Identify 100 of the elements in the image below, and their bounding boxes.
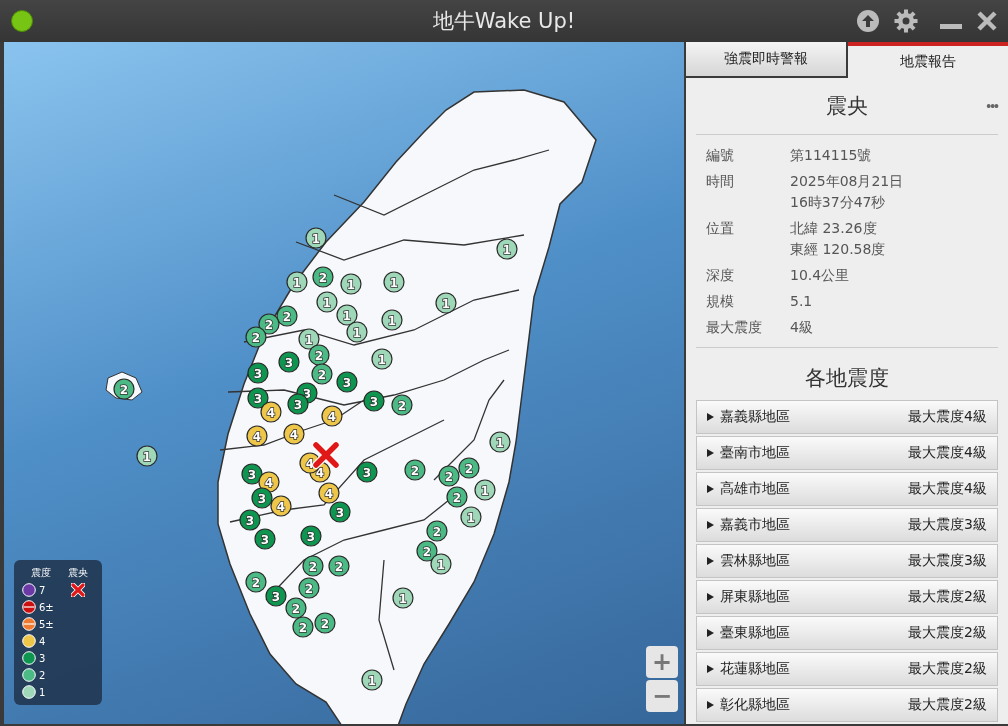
max-intensity: 最大震度2級 [908, 696, 987, 714]
intensity-marker[interactable]: 3 [278, 351, 300, 373]
close-icon[interactable] [976, 10, 998, 32]
intensity-marker[interactable]: 2 [426, 520, 448, 542]
intensity-marker[interactable]: 2 [328, 555, 350, 577]
section-title: 震央 [826, 93, 868, 120]
field-label: 編號 [706, 147, 735, 165]
intensity-marker[interactable]: 1 [381, 309, 403, 331]
intensity-marker[interactable]: 1 [286, 271, 308, 293]
intensity-marker[interactable]: 4 [321, 405, 343, 427]
region-row[interactable]: 高雄市地區 最大震度4級 [696, 472, 998, 506]
epicenter-cross-icon [312, 441, 340, 469]
intensity-marker[interactable]: 1 [383, 271, 405, 293]
legend-label: 1 [39, 686, 46, 698]
region-name: 嘉義縣地區 [720, 408, 790, 426]
more-button[interactable]: ••• [986, 98, 998, 114]
max-intensity: 最大震度2級 [908, 660, 987, 678]
expand-triangle-icon [707, 701, 714, 709]
intensity-marker[interactable]: 1 [305, 227, 327, 249]
region-name: 彰化縣地區 [720, 696, 790, 714]
intensity-marker[interactable]: 3 [247, 362, 269, 384]
window-title: 地牛Wake Up! [432, 8, 576, 35]
zoom-out-button[interactable]: − [646, 680, 678, 712]
region-row[interactable]: 臺東縣地區 最大震度2級 [696, 616, 998, 650]
region-row[interactable]: 屏東縣地區 最大震度2級 [696, 580, 998, 614]
intensity-marker[interactable]: 2 [446, 486, 468, 508]
legend-heading: 震度 [31, 566, 51, 580]
region-name: 臺南市地區 [720, 444, 790, 462]
max-intensity: 最大震度3級 [908, 516, 987, 534]
max-intensity: 最大震度4級 [908, 480, 987, 498]
intensity-marker[interactable]: 2 [113, 378, 135, 400]
expand-triangle-icon [707, 521, 714, 529]
intensity-marker[interactable]: 3 [363, 390, 385, 412]
legend-heading: 震央 [68, 566, 88, 580]
region-row[interactable]: 嘉義市地區 最大震度3級 [696, 508, 998, 542]
expand-triangle-icon [707, 593, 714, 601]
expand-triangle-icon [707, 413, 714, 421]
intensity-marker[interactable]: 2 [285, 597, 307, 619]
field-value: 2025年08月21日 [790, 173, 905, 191]
intensity-marker[interactable]: 1 [316, 291, 338, 313]
intensity-marker[interactable]: 4 [246, 425, 268, 447]
intensity-marker[interactable]: 1 [435, 292, 457, 314]
intensity-marker[interactable]: 3 [239, 509, 261, 531]
intensity-marker[interactable]: 1 [474, 479, 496, 501]
intensity-marker[interactable]: 3 [254, 528, 276, 550]
intensity-marker[interactable]: 2 [302, 555, 324, 577]
field-value: 10.4公里 [790, 267, 851, 285]
intensity-marker[interactable]: 2 [314, 612, 336, 634]
intensity-marker[interactable]: 3 [300, 525, 322, 547]
tab[interactable]: 強震即時警報 [686, 42, 848, 78]
max-intensity: 最大震度2級 [908, 588, 987, 606]
intensity-marker[interactable]: 4 [260, 401, 282, 423]
intensity-marker[interactable]: 2 [404, 459, 426, 481]
legend-label: 6± [39, 601, 54, 613]
intensity-marker[interactable]: 2 [438, 465, 460, 487]
intensity-marker[interactable]: 2 [245, 571, 267, 593]
settings-icon[interactable] [894, 9, 918, 33]
expand-triangle-icon [707, 485, 714, 493]
region-name: 臺東縣地區 [720, 624, 790, 642]
intensity-marker[interactable]: 1 [496, 238, 518, 260]
region-row[interactable]: 雲林縣地區 最大震度3級 [696, 544, 998, 578]
intensity-marker[interactable]: 1 [430, 553, 452, 575]
intensity-marker[interactable]: 4 [283, 423, 305, 445]
field-value: 5.1 [790, 293, 814, 309]
intensity-marker[interactable]: 2 [458, 457, 480, 479]
intensity-marker[interactable]: 2 [391, 394, 413, 416]
max-intensity: 最大震度4級 [908, 408, 987, 426]
intensity-marker[interactable]: 1 [392, 587, 414, 609]
intensity-marker[interactable]: 1 [371, 348, 393, 370]
minimize-icon[interactable] [940, 24, 962, 30]
intensity-marker[interactable]: 3 [336, 371, 358, 393]
field-value: 16時37分47秒 [790, 194, 887, 212]
intensity-marker[interactable]: 2 [308, 344, 330, 366]
field-label: 深度 [706, 267, 735, 285]
region-row[interactable]: 嘉義縣地區 最大震度4級 [696, 400, 998, 434]
intensity-marker[interactable]: 4 [270, 495, 292, 517]
legend-label: 5± [39, 618, 54, 630]
field-label: 位置 [706, 220, 735, 238]
intensity-marker[interactable]: 2 [298, 577, 320, 599]
expand-triangle-icon [707, 449, 714, 457]
intensity-marker[interactable]: 1 [340, 273, 362, 295]
field-value: 北緯 23.26度 [790, 220, 878, 238]
intensity-marker[interactable]: 4 [318, 482, 340, 504]
intensity-marker[interactable]: 2 [311, 363, 333, 385]
zoom-in-button[interactable]: + [646, 646, 678, 678]
intensity-marker[interactable]: 1 [489, 431, 511, 453]
intensity-marker[interactable]: 2 [312, 266, 334, 288]
intensity-marker[interactable]: 1 [361, 669, 383, 691]
intensity-marker[interactable]: 3 [265, 585, 287, 607]
region-row[interactable]: 彰化縣地區 最大震度2級 [696, 688, 998, 722]
region-row[interactable]: 花蓮縣地區 最大震度2級 [696, 652, 998, 686]
intensity-marker[interactable]: 1 [346, 321, 368, 343]
intensity-marker[interactable]: 3 [356, 461, 378, 483]
intensity-marker[interactable]: 2 [292, 616, 314, 638]
max-intensity: 最大震度3級 [908, 552, 987, 570]
intensity-marker[interactable]: 3 [251, 487, 273, 509]
region-row[interactable]: 臺南市地區 最大震度4級 [696, 436, 998, 470]
intensity-marker[interactable]: 1 [460, 506, 482, 528]
intensity-marker[interactable]: 1 [136, 445, 158, 467]
intensity-marker[interactable]: 3 [329, 501, 351, 523]
